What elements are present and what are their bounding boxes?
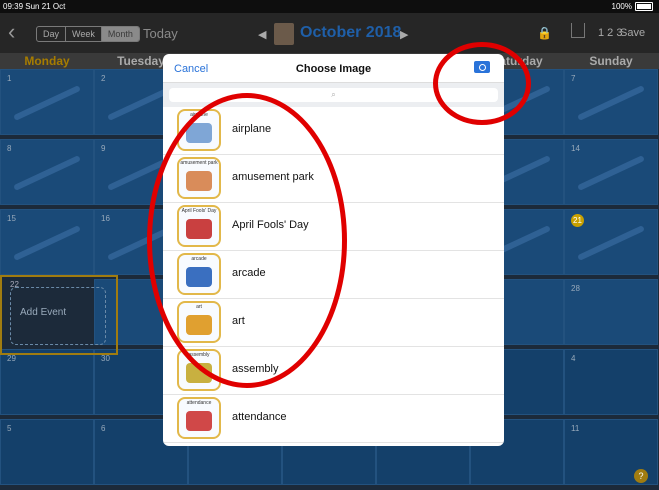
battery-icon: [635, 2, 653, 11]
crossed-out-mark: [13, 85, 81, 121]
month-title: October 2018: [300, 24, 402, 41]
day-number: 4: [571, 354, 576, 363]
day-number: 14: [571, 144, 580, 153]
calendar-day-cell[interactable]: 4: [564, 349, 658, 415]
help-icon[interactable]: ?: [634, 469, 648, 483]
weekday-label: Monday: [24, 54, 70, 68]
calendar-toolbar: ‹ Day Week Month Today ◀ October 2018 ▶ …: [0, 13, 659, 53]
day-number: 5: [7, 424, 12, 433]
crossed-out-mark: [577, 225, 645, 261]
crossed-out-mark: [13, 155, 81, 191]
calendar-day-cell[interactable]: 21: [564, 209, 658, 275]
today-badge: 21: [571, 214, 584, 227]
share-icon[interactable]: [571, 23, 585, 38]
today-button[interactable]: Today: [143, 26, 178, 41]
highlight-circle-camera: [433, 42, 531, 125]
add-event-label: Add Event: [20, 307, 67, 318]
next-month-icon[interactable]: ▶: [400, 28, 408, 41]
search-icon: ⌕: [331, 90, 336, 99]
day-number: 16: [101, 214, 110, 223]
day-number: 2: [101, 74, 106, 83]
calendar-day-cell[interactable]: 7: [564, 69, 658, 135]
crossed-out-mark: [577, 85, 645, 121]
calendar-day-cell[interactable]: 29: [0, 349, 94, 415]
thumbnail-caption: attendance: [186, 400, 212, 406]
weekday-label: Sunday: [589, 54, 633, 68]
day-number: 9: [101, 144, 106, 153]
status-time: 09:39 Sun 21 Oct: [3, 2, 66, 11]
view-month[interactable]: Month: [101, 27, 139, 41]
day-number: 6: [101, 424, 106, 433]
day-number: 8: [7, 144, 12, 153]
day-number: 29: [7, 354, 16, 363]
numbering-button[interactable]: 1 2 3: [598, 27, 622, 39]
calendar-day-cell[interactable]: 1: [0, 69, 94, 135]
view-switcher: Day Week Month: [36, 26, 140, 42]
day-number: 1: [7, 74, 12, 83]
view-day[interactable]: Day: [37, 27, 67, 41]
calendar-day-cell[interactable]: 28: [564, 279, 658, 345]
status-bar: 09:39 Sun 21 Oct 100%: [0, 0, 659, 13]
view-week[interactable]: Week: [66, 27, 102, 41]
day-number: 11: [571, 424, 580, 433]
symbol-thumbnail: attendance: [177, 397, 221, 439]
highlight-circle-list: [147, 93, 347, 388]
symbol-picture: [186, 411, 212, 431]
calendar-day-cell[interactable]: 15: [0, 209, 94, 275]
month-picture: [274, 23, 294, 45]
crossed-out-mark: [577, 155, 645, 191]
back-icon[interactable]: ‹: [8, 21, 15, 43]
lock-icon[interactable]: 🔒: [537, 26, 552, 40]
calendar-day-cell[interactable]: 14: [564, 139, 658, 205]
save-button[interactable]: Save: [620, 27, 645, 39]
day-number: 30: [101, 354, 110, 363]
previous-month-icon[interactable]: ◀: [258, 28, 266, 41]
day-number: 15: [7, 214, 16, 223]
battery-indicator: 100%: [612, 0, 653, 13]
image-list-label: attendance: [232, 411, 287, 423]
add-event-cell[interactable]: 22 Add Event: [0, 275, 118, 355]
crossed-out-mark: [13, 225, 81, 261]
calendar-day-cell[interactable]: 5: [0, 419, 94, 485]
image-list-item[interactable]: attendance attendance: [163, 395, 504, 443]
calendar-day-cell[interactable]: 8: [0, 139, 94, 205]
day-number: 7: [571, 74, 576, 83]
day-number: 28: [571, 284, 580, 293]
